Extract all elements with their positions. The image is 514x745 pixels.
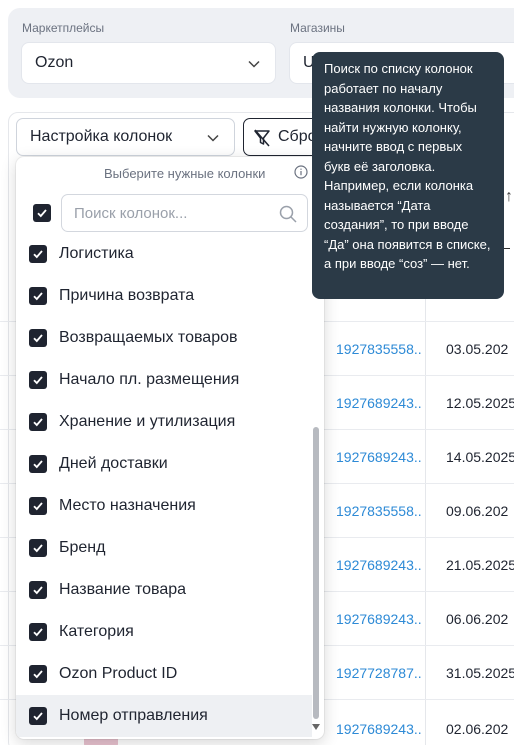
order-id-link[interactable]: 1927835558.. bbox=[336, 503, 422, 519]
order-date: 12.05.2025 bbox=[446, 395, 514, 411]
marketplace-select[interactable]: Ozon bbox=[21, 42, 276, 84]
column-checkbox[interactable] bbox=[29, 623, 47, 641]
column-option-label: Название товара bbox=[59, 581, 187, 598]
column-option-label: Логистика bbox=[59, 245, 134, 262]
column-picker-dropdown: Выберите нужные колонки Логистика Причин… bbox=[16, 157, 324, 739]
column-option-label: Дней доставки bbox=[59, 455, 168, 472]
column-option[interactable]: Ozon Product ID bbox=[16, 653, 312, 695]
column-option[interactable]: Бренд bbox=[16, 527, 312, 569]
column-list: Логистика Причина возврата Возвращаемых … bbox=[16, 233, 312, 737]
column-settings-button[interactable]: Настройка колонок bbox=[16, 118, 235, 156]
column-checkbox[interactable] bbox=[29, 581, 47, 599]
column-option[interactable]: Номер отправления bbox=[16, 695, 312, 737]
order-id-link[interactable]: 1927728787.. bbox=[336, 665, 422, 681]
dropdown-scrollbar[interactable] bbox=[313, 427, 319, 719]
checkmark-icon bbox=[33, 628, 43, 637]
column-option-label: Возвращаемых товаров bbox=[59, 329, 238, 346]
search-icon bbox=[279, 205, 297, 223]
column-option-label: Причина возврата bbox=[59, 287, 195, 304]
column-checkbox[interactable] bbox=[29, 371, 47, 389]
column-option[interactable]: Причина возврата bbox=[16, 275, 312, 317]
chevron-down-icon bbox=[248, 60, 260, 68]
order-id-link[interactable]: 1927689243.. bbox=[336, 721, 422, 737]
marketplace-select-value: Ozon bbox=[35, 54, 74, 71]
checkmark-icon bbox=[33, 250, 43, 259]
column-checkbox[interactable] bbox=[29, 665, 47, 683]
column-option-label: Место назначения bbox=[59, 497, 196, 514]
order-date: 31.05.2025 bbox=[446, 665, 514, 681]
column-option-label: Бренд bbox=[59, 539, 106, 556]
column-option-label: Ozon Product ID bbox=[59, 665, 178, 682]
column-option[interactable]: Категория bbox=[16, 611, 312, 653]
reset-filters-label: Сбро bbox=[278, 128, 317, 145]
column-checkbox[interactable] bbox=[29, 455, 47, 473]
checkmark-icon bbox=[33, 670, 43, 679]
column-checkbox[interactable] bbox=[29, 287, 47, 305]
column-option-label: Номер отправления bbox=[59, 707, 208, 724]
checkmark-icon bbox=[33, 502, 43, 511]
scroll-down-arrow-icon[interactable] bbox=[312, 723, 320, 731]
order-id-link[interactable]: 1927689243.. bbox=[336, 611, 422, 627]
sort-arrow-icon[interactable]: ↑ bbox=[505, 188, 513, 206]
filter-reset-icon bbox=[254, 129, 270, 147]
column-checkbox[interactable] bbox=[29, 329, 47, 347]
column-checkbox[interactable] bbox=[29, 413, 47, 431]
column-checkbox[interactable] bbox=[29, 707, 47, 725]
column-option[interactable]: Дней доставки bbox=[16, 443, 312, 485]
checkmark-icon bbox=[33, 544, 43, 553]
column-option-label: Хранение и утилизация bbox=[59, 413, 236, 430]
order-date: 03.05.202 bbox=[446, 341, 509, 357]
column-option-label: Начало пл. размещения bbox=[59, 371, 240, 388]
column-option[interactable]: Название товара bbox=[16, 569, 312, 611]
order-id-link[interactable]: 1927689243.. bbox=[336, 449, 422, 465]
column-option[interactable]: Логистика bbox=[16, 233, 312, 275]
chevron-down-icon bbox=[207, 134, 219, 142]
marketplaces-label: Маркетплейсы bbox=[22, 21, 105, 35]
checkmark-icon bbox=[33, 292, 43, 301]
checkmark-icon bbox=[33, 586, 43, 595]
column-option[interactable]: Хранение и утилизация bbox=[16, 401, 312, 443]
search-help-tooltip: Поиск по списку колонок работает по нача… bbox=[312, 52, 504, 299]
checkmark-icon bbox=[33, 712, 43, 721]
stores-label: Магазины bbox=[290, 21, 345, 35]
column-option[interactable]: Начало пл. размещения bbox=[16, 359, 312, 401]
tooltip-text: Поиск по списку колонок работает по нача… bbox=[324, 61, 491, 271]
checkmark-icon bbox=[33, 418, 43, 427]
order-date: 14.05.2025 bbox=[446, 449, 514, 465]
order-date: 21.05.2025 bbox=[446, 557, 514, 573]
order-id-link[interactable]: 1927689243.. bbox=[336, 395, 422, 411]
order-date: 09.06.202 bbox=[446, 503, 509, 519]
order-date: 02.06.202 bbox=[446, 721, 509, 737]
select-all-checkbox[interactable] bbox=[33, 204, 51, 222]
order-id-link[interactable]: 1927689243.. bbox=[336, 557, 422, 573]
checkmark-icon bbox=[37, 209, 47, 218]
column-checkbox[interactable] bbox=[29, 497, 47, 515]
column-checkbox[interactable] bbox=[29, 245, 47, 263]
checkmark-icon bbox=[33, 460, 43, 469]
column-settings-label: Настройка колонок bbox=[30, 128, 173, 145]
checkmark-icon bbox=[33, 376, 43, 385]
column-picker-hint: Выберите нужные колонки bbox=[104, 166, 266, 181]
order-id-link[interactable]: 1927835558.. bbox=[336, 341, 422, 357]
column-search-input[interactable] bbox=[74, 204, 274, 222]
checkmark-icon bbox=[33, 334, 43, 343]
column-option-label: Категория bbox=[59, 623, 134, 640]
column-search-field[interactable] bbox=[61, 194, 308, 232]
info-icon[interactable] bbox=[294, 165, 308, 179]
column-checkbox[interactable] bbox=[29, 539, 47, 557]
order-date: 06.06.202 bbox=[446, 611, 509, 627]
column-option[interactable]: Место назначения bbox=[16, 485, 312, 527]
column-option[interactable]: Возвращаемых товаров bbox=[16, 317, 312, 359]
